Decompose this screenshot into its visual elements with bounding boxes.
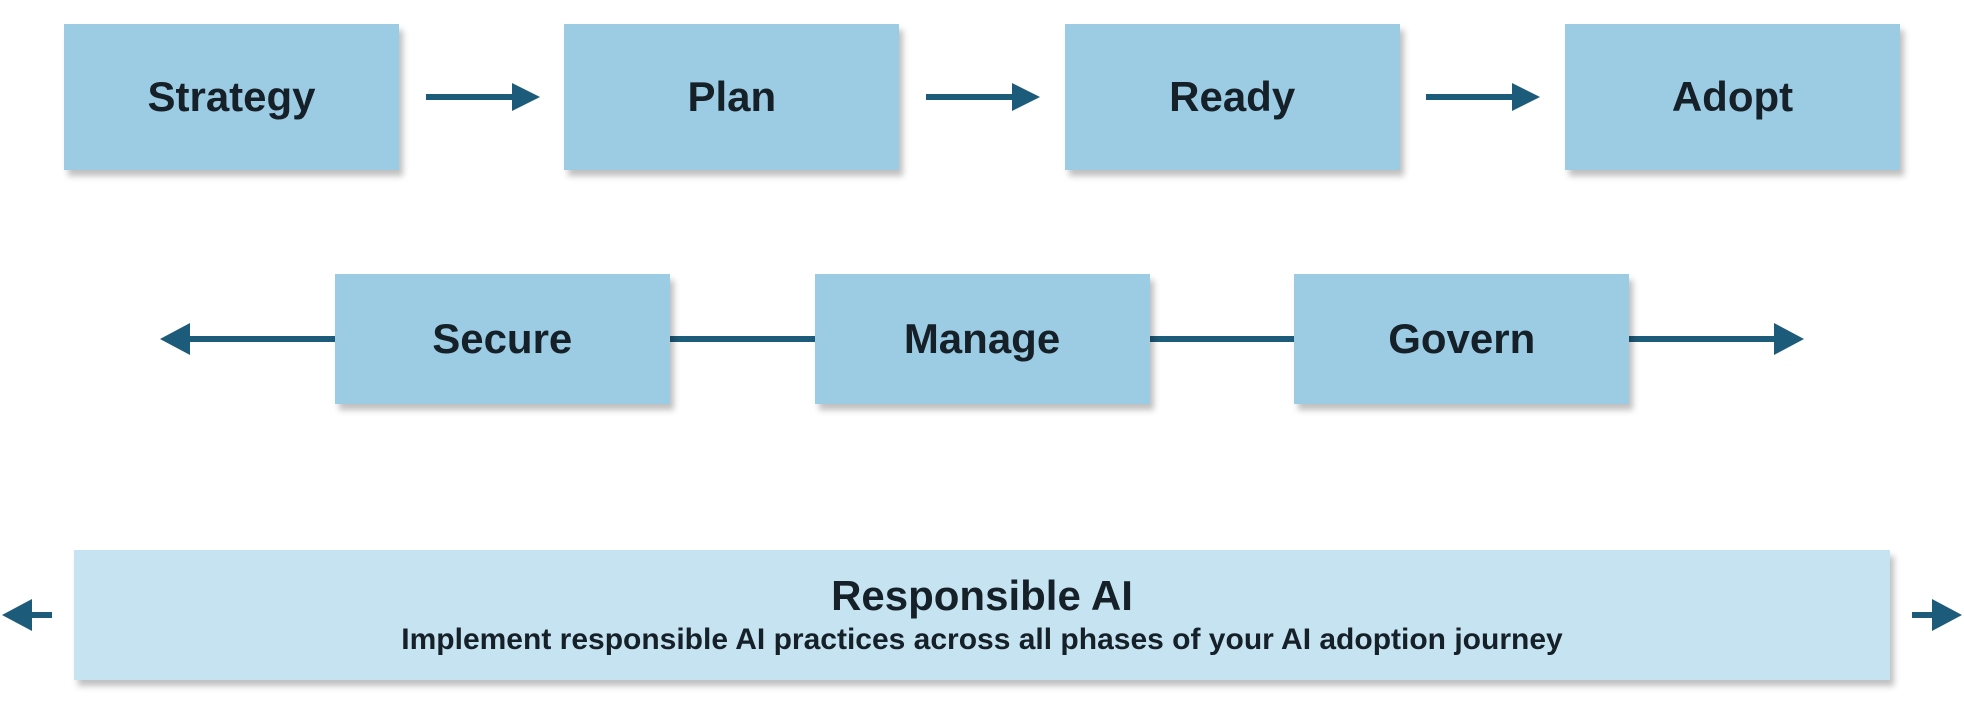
phase-box-adopt: Adopt — [1565, 24, 1900, 170]
phase-label: Plan — [687, 73, 776, 121]
arrow-right-icon — [899, 77, 1064, 117]
responsible-ai-banner: Responsible AI Implement responsible AI … — [74, 550, 1890, 680]
ops-box-manage: Manage — [815, 274, 1150, 404]
phase-label: Ready — [1169, 73, 1295, 121]
arrow-right-icon — [399, 77, 564, 117]
arrow-line — [1629, 336, 1774, 342]
arrow-line — [190, 336, 335, 342]
phase-row: Strategy Plan Ready Adopt — [64, 24, 1900, 170]
phase-box-ready: Ready — [1065, 24, 1400, 170]
phase-label: Adopt — [1672, 73, 1793, 121]
arrow-right-icon — [1774, 323, 1804, 355]
arrow-left-icon — [160, 323, 190, 355]
ops-label: Secure — [432, 315, 572, 363]
diagram-canvas: Strategy Plan Ready Adopt Secure Manage — [0, 0, 1964, 722]
ops-label: Govern — [1388, 315, 1535, 363]
ops-box-secure: Secure — [335, 274, 670, 404]
responsible-ai-row: Responsible AI Implement responsible AI … — [0, 550, 1964, 680]
phase-label: Strategy — [147, 73, 315, 121]
phase-box-strategy: Strategy — [64, 24, 399, 170]
arrow-line — [32, 612, 52, 618]
operations-row: Secure Manage Govern — [0, 274, 1964, 404]
arrow-right-icon — [1400, 77, 1565, 117]
ops-label: Manage — [904, 315, 1060, 363]
ops-box-govern: Govern — [1294, 274, 1629, 404]
banner-subtitle: Implement responsible AI practices acros… — [401, 623, 1562, 657]
arrow-line — [670, 336, 815, 342]
arrow-left-icon — [2, 599, 32, 631]
banner-title: Responsible AI — [831, 573, 1133, 619]
arrow-line — [1150, 336, 1295, 342]
arrow-line — [1912, 612, 1932, 618]
phase-box-plan: Plan — [564, 24, 899, 170]
arrow-right-icon — [1932, 599, 1962, 631]
